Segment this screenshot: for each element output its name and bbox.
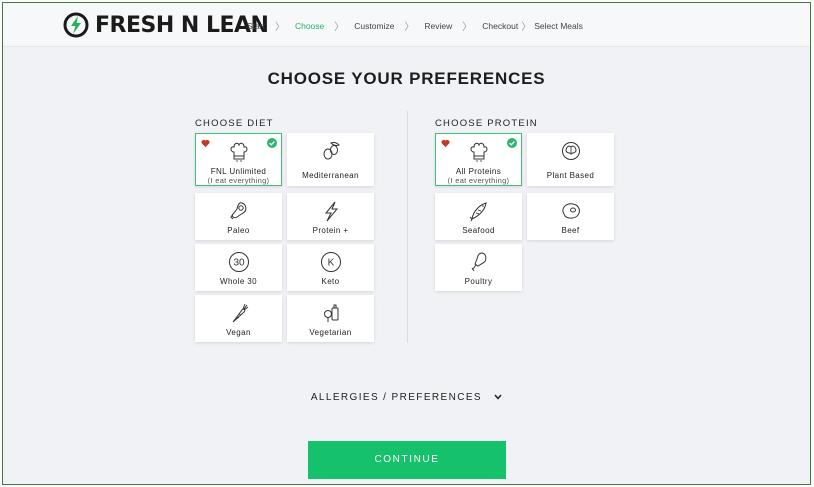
step-checkout[interactable]: Checkout: [482, 21, 518, 31]
diet-option-label: Protein +: [312, 226, 349, 235]
diet-option-label: Vegetarian: [309, 328, 352, 337]
protein-section-label: CHOOSE PROTEIN: [435, 118, 538, 129]
meat-leg-icon: [229, 202, 246, 220]
protein-option-beef[interactable]: Beef: [527, 193, 614, 240]
heart-icon[interactable]: [201, 139, 210, 148]
diet-section-label: CHOOSE DIET: [195, 118, 274, 129]
steak-icon: [561, 203, 580, 219]
diet-option-label: Vegan: [226, 328, 251, 337]
diet-option-fnl-unlimited[interactable]: FNL Unlimited (I eat everything): [195, 133, 282, 186]
allergies-preferences-toggle[interactable]: ALLERGIES / PREFERENCES: [3, 392, 810, 403]
chevron-down-icon: [494, 394, 502, 401]
step-separator-icon: 〉: [521, 22, 532, 33]
protein-option-seafood[interactable]: Seafood: [435, 193, 522, 240]
carrot-icon: [232, 303, 248, 323]
diet-option-label: Whole 30: [220, 277, 257, 286]
page-title: CHOOSE YOUR PREFERENCES: [267, 69, 546, 88]
chef-hat-icon: [470, 142, 487, 162]
heart-icon[interactable]: [441, 139, 450, 148]
step-separator-icon: 〉: [334, 22, 345, 33]
step-separator-icon: 〉: [404, 22, 415, 33]
vegetables-icon: [323, 304, 338, 322]
lightning-icon: [324, 201, 338, 222]
cabbage-icon: [561, 142, 580, 160]
diet-option-label: Keto: [321, 277, 340, 286]
circle-30-icon: 30: [228, 252, 249, 272]
column-divider: [407, 111, 408, 343]
step-separator-icon: 〉: [462, 22, 473, 33]
drumstick-icon: [471, 252, 486, 272]
step-customize[interactable]: Customize: [354, 21, 394, 31]
lightning-logo-icon: [63, 12, 89, 38]
step-start[interactable]: Start: [247, 21, 265, 31]
step-select-meals[interactable]: Select Meals: [534, 21, 583, 31]
chef-hat-icon: [230, 142, 247, 162]
diet-option-whole-30[interactable]: 30 Whole 30: [195, 244, 282, 291]
check-circle-icon: [267, 138, 277, 148]
diet-option-paleo[interactable]: Paleo: [195, 193, 282, 240]
continue-button[interactable]: CONTINUE: [308, 441, 506, 479]
step-separator-icon: 〉: [274, 22, 285, 33]
check-circle-icon: [507, 138, 517, 148]
step-choose[interactable]: Choose: [295, 21, 324, 31]
protein-option-label: Poultry: [464, 277, 493, 286]
circle-30-glyph: 30: [233, 258, 245, 269]
diet-option-label: Mediterranean: [302, 171, 359, 180]
circle-k-glyph: K: [327, 258, 334, 269]
brand-name: FRESH N LEAN: [95, 12, 269, 38]
fish-icon: [469, 202, 487, 222]
diet-option-label: FNL Unlimited: [210, 167, 267, 176]
diet-option-sublabel: (I eat everything): [207, 176, 270, 185]
diet-option-vegan[interactable]: Vegan: [195, 295, 282, 342]
brand-logo[interactable]: FRESH N LEAN: [63, 10, 269, 40]
app-frame: FRESH N LEAN Start 〉 Choose 〉 Customize …: [2, 2, 811, 485]
protein-option-plant-based[interactable]: Plant Based: [527, 133, 614, 186]
header: FRESH N LEAN Start 〉 Choose 〉 Customize …: [3, 3, 810, 47]
step-review[interactable]: Review: [424, 21, 452, 31]
diet-option-keto[interactable]: K Keto: [287, 244, 374, 291]
protein-option-label: Seafood: [462, 226, 495, 235]
diet-option-label: Paleo: [227, 226, 250, 235]
protein-option-all-proteins[interactable]: All Proteins (I eat everything): [435, 133, 522, 186]
circle-k-icon: K: [320, 252, 341, 272]
olive-icon: [323, 142, 340, 160]
checkout-steps: Start 〉 Choose 〉 Customize 〉 Review 〉 Ch…: [247, 18, 583, 34]
diet-option-mediterranean[interactable]: Mediterranean: [287, 133, 374, 186]
protein-option-label: All Proteins: [455, 167, 502, 176]
diet-option-vegetarian[interactable]: Vegetarian: [287, 295, 374, 342]
protein-option-label: Plant Based: [546, 171, 595, 180]
protein-option-label: Beef: [561, 226, 580, 235]
protein-option-sublabel: (I eat everything): [447, 176, 510, 185]
allergies-label: ALLERGIES / PREFERENCES: [310, 392, 482, 403]
diet-option-protein-plus[interactable]: Protein +: [287, 193, 374, 240]
protein-option-poultry[interactable]: Poultry: [435, 244, 522, 291]
